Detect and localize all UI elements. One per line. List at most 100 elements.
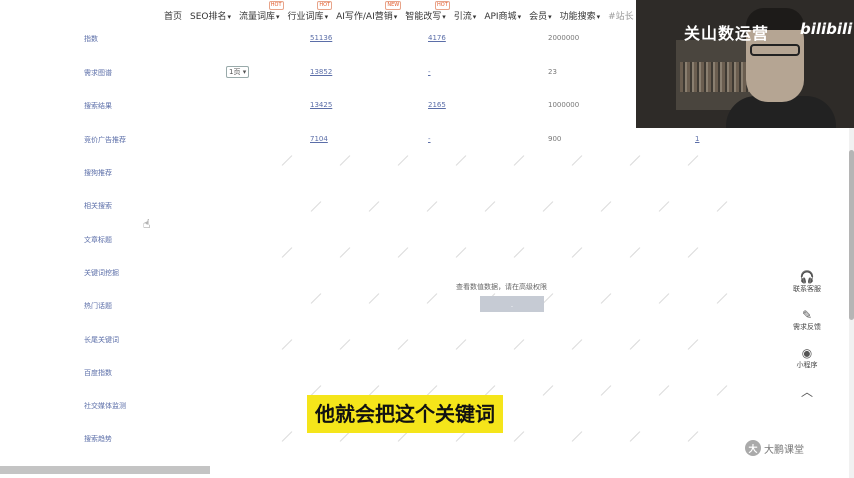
chevron-down-icon: ▾ <box>472 13 477 21</box>
table-row: 搜狗推荐 <box>0 168 740 184</box>
sidebar-item-label: 需求反馈 <box>793 323 821 331</box>
row-value-col1[interactable]: 51136 <box>310 34 332 42</box>
watermark-mark <box>716 385 728 396</box>
headset-icon: 🎧 <box>799 270 815 284</box>
nav-item[interactable]: AI写作/AI营销▾ NEW <box>332 1 402 26</box>
video-subtitle: 他就会把这个关键词 <box>307 395 503 433</box>
table-row: 长尾关键词 <box>0 335 740 351</box>
mouse-pointer-icon: ☝ <box>143 217 151 231</box>
chevron-up-icon: ︿ <box>800 384 813 399</box>
row-keyword-source: 热门话题 <box>84 302 112 310</box>
nav-item[interactable]: 流量词库▾ HOT <box>235 1 284 26</box>
nav-item-label: API商城 <box>484 12 517 22</box>
chevron-down-icon: ▾ <box>324 13 329 21</box>
chevron-down-icon: ▾ <box>240 68 247 76</box>
permission-notice: 查看数值数据，请在高级权限 <box>456 283 547 291</box>
watermark-mark <box>571 155 583 166</box>
nav-item-label: SEO排名 <box>190 12 227 22</box>
row-value-col2: - <box>428 135 431 143</box>
back-to-top-button[interactable]: ︿ <box>799 384 815 399</box>
chevron-down-icon: ▾ <box>442 13 446 21</box>
watermark-mark <box>658 385 670 396</box>
row-keyword-source: 搜狗推荐 <box>84 169 112 177</box>
chevron-down-icon: ▾ <box>393 13 398 21</box>
watermark-mark <box>513 155 525 166</box>
table-row: 搜索结果 13425 2165 1000000 <box>0 101 740 117</box>
nav-item-label: 引流 <box>453 12 472 22</box>
nav-item-label: 会员 <box>529 12 548 22</box>
nav-item[interactable]: API商城▾ <box>480 8 525 26</box>
nav-item[interactable]: 智能改写▾ HOT <box>401 1 450 26</box>
hot-badge: HOT <box>317 1 333 10</box>
nav-item-label: 功能搜索 <box>559 12 596 22</box>
table-row: 搜索趋势 <box>0 434 740 450</box>
nav-item[interactable]: #站长 <box>604 8 638 26</box>
watermark-mark <box>542 385 554 396</box>
hot-badge: HOT <box>268 1 284 10</box>
row-value-col1[interactable]: 7104 <box>310 135 328 143</box>
chevron-down-icon: ▾ <box>596 13 601 21</box>
table-row: 文章标题 <box>0 235 740 251</box>
watermark-mark <box>339 155 351 166</box>
row-keyword-source: 搜索结果 <box>84 102 112 110</box>
nav-item-label: 行业词库 <box>287 12 324 22</box>
watermark-mark <box>397 155 409 166</box>
row-keyword-source: 百度指数 <box>84 369 112 377</box>
watermark-mark <box>600 385 612 396</box>
table-row: 指数 51136 4176 2000000 <box>0 34 740 50</box>
miniprogram-icon: ◉ <box>801 346 813 360</box>
row-value-col4[interactable]: 1 <box>695 135 699 143</box>
nav-item[interactable]: 功能搜索▾ <box>556 8 605 26</box>
table-row: 关键词挖掘 <box>0 268 740 284</box>
watermark-mark <box>455 155 467 166</box>
horizontal-scrollbar-thumb[interactable] <box>0 466 210 474</box>
row-value-col2[interactable]: 2165 <box>428 101 446 109</box>
sidebar-item-customer-service[interactable]: 🎧 联系客服 <box>793 270 821 294</box>
table-row: 相关搜索 <box>0 201 740 217</box>
row-keyword-source: 社交媒体监测 <box>84 402 126 410</box>
row-value-col3: 900 <box>548 135 562 143</box>
row-value-col3: 23 <box>548 68 557 76</box>
table-row: 需求图谱 13852 - 23 1页 ▾ <box>0 66 740 84</box>
nav-item[interactable]: 引流▾ <box>450 8 481 26</box>
hot-badge: HOT <box>435 1 450 10</box>
nav-item[interactable]: SEO排名▾ <box>186 8 235 26</box>
hot-badge: NEW <box>385 1 402 10</box>
page-count-dropdown[interactable]: 1页 ▾ <box>226 66 250 78</box>
watermark-label: 大鹏课堂 <box>764 444 804 456</box>
video-watermark: 大 大鹏课堂 <box>745 440 804 456</box>
vertical-scrollbar-thumb[interactable] <box>849 150 854 320</box>
feedback-icon: ✎ <box>801 308 813 322</box>
chevron-down-icon: ▾ <box>548 13 552 21</box>
nav-item-label: AI写作/AI营销 <box>336 12 393 22</box>
watermark-mark <box>629 155 641 166</box>
row-keyword-source: 相关搜索 <box>84 202 112 210</box>
row-keyword-source: 搜索趋势 <box>84 435 112 443</box>
channel-brand-text: 关山数运营 <box>684 24 770 43</box>
nav-item[interactable]: 会员▾ <box>525 8 556 26</box>
floating-sidebar: 🎧 联系客服 ✎ 需求反馈 ◉ 小程序 ︿ <box>782 270 832 412</box>
table-row: 竞价广告推荐 7104 - 900 1 <box>0 135 740 151</box>
sidebar-item-feedback[interactable]: ✎ 需求反馈 <box>793 308 821 332</box>
row-keyword-source: 需求图谱 <box>84 69 112 77</box>
nav-item-label: 首页 <box>164 12 183 22</box>
bilibili-logo: bilibili <box>800 20 853 38</box>
row-value-col2[interactable]: 4176 <box>428 34 446 42</box>
row-value-col1[interactable]: 13852 <box>310 68 332 76</box>
nav-item[interactable]: 首页 <box>160 8 186 26</box>
row-keyword-source: 关键词挖掘 <box>84 269 119 277</box>
sidebar-item-label: 联系客服 <box>793 285 821 293</box>
row-keyword-source: 长尾关键词 <box>84 336 119 344</box>
chevron-down-icon: ▾ <box>276 13 280 21</box>
upgrade-permission-button[interactable]: . <box>480 296 544 312</box>
row-value-col1[interactable]: 13425 <box>310 101 332 109</box>
table-row: 热门话题 <box>0 301 740 317</box>
nav-item[interactable]: 行业词库▾ HOT <box>284 1 333 26</box>
row-value-col2: - <box>428 68 431 76</box>
webcam-overlay: 关山数运营 bilibili <box>636 0 854 128</box>
nav-item-label: 流量词库 <box>239 12 276 22</box>
row-keyword-source: 文章标题 <box>84 236 112 244</box>
sidebar-item-miniprogram[interactable]: ◉ 小程序 <box>797 346 818 370</box>
nav-item-label: #站长 <box>608 12 634 22</box>
chevron-down-icon: ▾ <box>227 13 232 21</box>
